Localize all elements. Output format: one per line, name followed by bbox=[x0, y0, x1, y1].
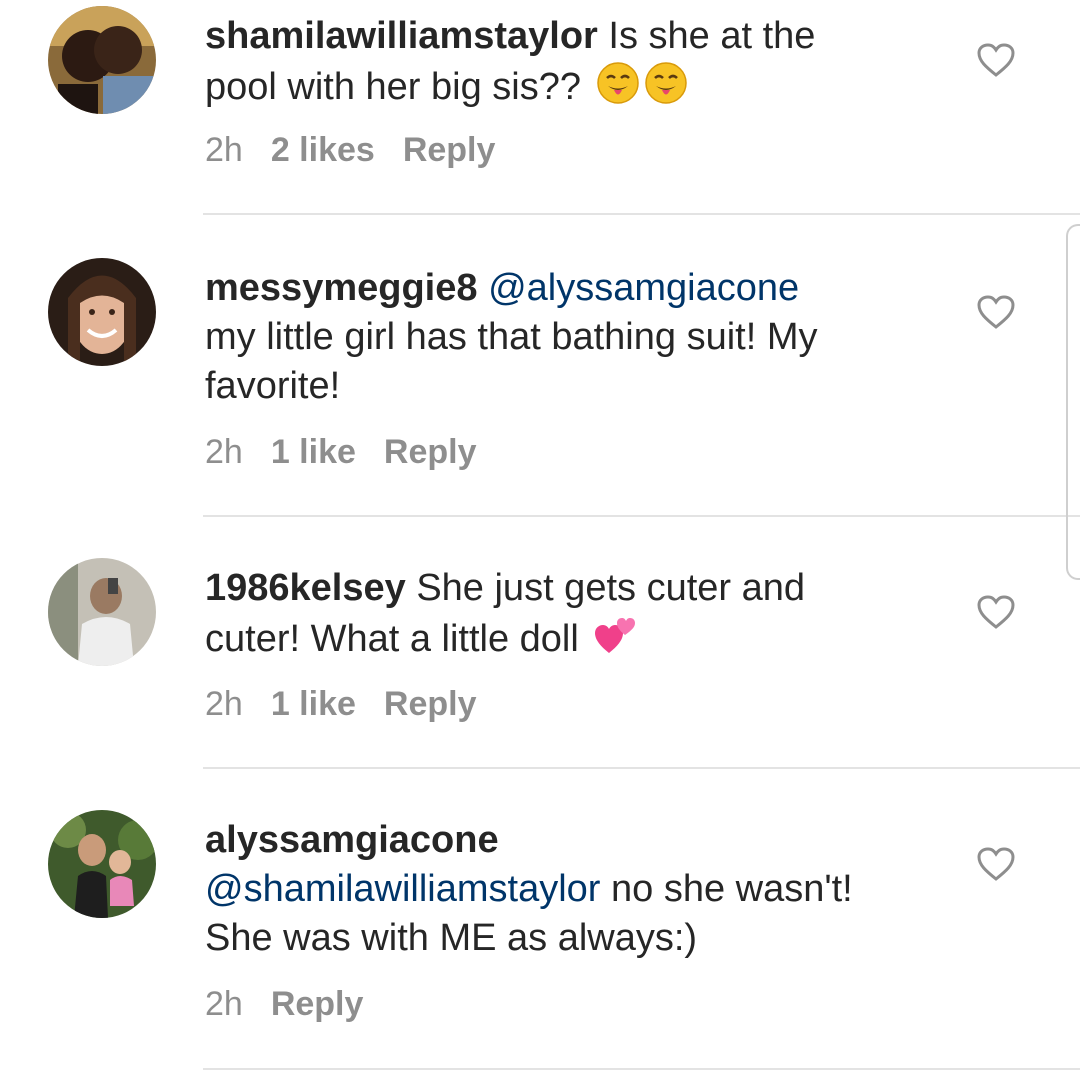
comment-text-line2: pool with her big sis?? bbox=[205, 66, 592, 108]
comment-time: 2h bbox=[205, 985, 243, 1023]
comment-meta: 2h 1 like Reply bbox=[205, 684, 505, 724]
comment-text-line1: no she wasn't! bbox=[600, 868, 853, 910]
comment-time: 2h bbox=[205, 433, 243, 471]
comment-username[interactable]: messymeggie8 bbox=[205, 267, 478, 309]
scrollbar[interactable] bbox=[1066, 224, 1080, 580]
avatar[interactable] bbox=[48, 6, 156, 114]
comment-likes[interactable]: 1 like bbox=[271, 685, 356, 723]
heart-outline-icon[interactable] bbox=[976, 294, 1016, 330]
comment-time: 2h bbox=[205, 685, 243, 723]
comment-text: messymeggie8 @alyssamgiacone my little g… bbox=[205, 264, 945, 411]
divider bbox=[203, 1068, 1080, 1070]
winking-face-tongue-emoji-icon bbox=[596, 61, 640, 118]
divider bbox=[203, 767, 1080, 769]
heart-outline-icon[interactable] bbox=[976, 846, 1016, 882]
comment-text: alyssamgiacone @shamilawilliamstaylor no… bbox=[205, 816, 945, 963]
two-hearts-emoji-icon bbox=[593, 613, 637, 670]
divider bbox=[203, 213, 1080, 215]
comment-username[interactable]: alyssamgiacone bbox=[205, 819, 499, 861]
comment-text-line2: She was with ME as always:) bbox=[205, 917, 698, 959]
comment-meta: 2h 2 likes Reply bbox=[205, 130, 523, 170]
avatar[interactable] bbox=[48, 558, 156, 666]
comment-likes[interactable]: 2 likes bbox=[271, 131, 375, 169]
heart-outline-icon[interactable] bbox=[976, 42, 1016, 78]
winking-face-tongue-emoji-icon bbox=[644, 61, 688, 118]
reply-button[interactable]: Reply bbox=[271, 985, 364, 1023]
comment-meta: 2h 1 like Reply bbox=[205, 432, 505, 472]
avatar[interactable] bbox=[48, 810, 156, 918]
avatar[interactable] bbox=[48, 258, 156, 366]
comment-text-line1: Is she at the bbox=[597, 15, 816, 57]
reply-button[interactable]: Reply bbox=[384, 685, 477, 723]
comment-likes[interactable]: 1 like bbox=[271, 433, 356, 471]
comment-meta: 2h Reply bbox=[205, 984, 391, 1024]
comment-text: 1986kelsey She just gets cuter and cuter… bbox=[205, 564, 945, 670]
divider bbox=[203, 515, 1080, 517]
comment-text-line1: my little girl has that bathing suit! My bbox=[205, 316, 818, 358]
comment-time: 2h bbox=[205, 131, 243, 169]
comment-username[interactable]: shamilawilliamstaylor bbox=[205, 15, 598, 57]
comment-mention[interactable]: @alyssamgiacone bbox=[488, 267, 799, 309]
reply-button[interactable]: Reply bbox=[403, 131, 496, 169]
heart-outline-icon[interactable] bbox=[976, 594, 1016, 630]
comment-text-line2: favorite! bbox=[205, 365, 341, 407]
comment-username[interactable]: 1986kelsey bbox=[205, 567, 406, 609]
comment-text-line1: She just gets cuter and bbox=[405, 567, 806, 609]
comment-text: shamilawilliamstaylor Is she at the pool… bbox=[205, 12, 945, 118]
reply-button[interactable]: Reply bbox=[384, 433, 477, 471]
comment-mention[interactable]: @shamilawilliamstaylor bbox=[205, 868, 600, 910]
comment-text-line2: cuter! What a little doll bbox=[205, 618, 590, 660]
